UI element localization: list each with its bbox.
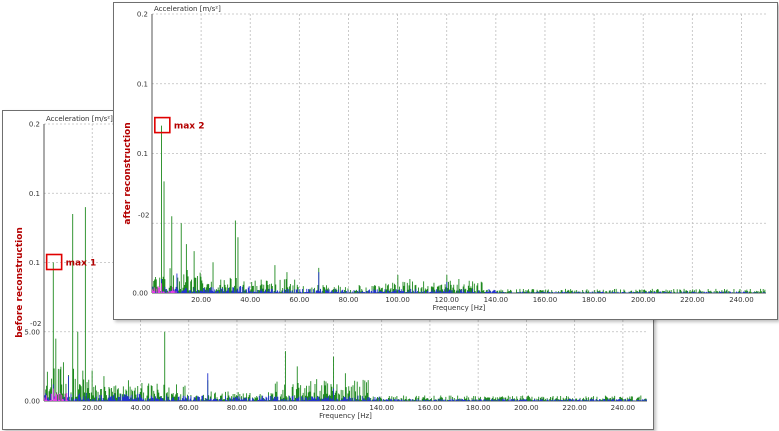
- x-tick-label: 200.00: [514, 404, 539, 412]
- max-marker-box: [45, 253, 63, 271]
- x-axis-label: Frequency [Hz]: [433, 304, 486, 312]
- x-tick-label: 20.00: [82, 404, 102, 412]
- x-tick-label: 100.00: [385, 296, 410, 304]
- y-tick-label: 0.1: [29, 190, 40, 198]
- x-tick-label: 200.00: [631, 296, 656, 304]
- x-axis-label: Frequency [Hz]: [319, 412, 372, 420]
- y-axis-label: Acceleration [m/s²]: [154, 5, 221, 13]
- chart-panel-after: 0.2 0.1 0.1 0.00 -02 20.00 40.00 60.00 80.00 100.…: [113, 2, 778, 320]
- x-tick-label: 60.00: [289, 296, 309, 304]
- y-axis-label: Acceleration [m/s²]: [46, 115, 113, 123]
- y-tick-label: 0.1: [137, 80, 148, 88]
- series-0-spectrum: [152, 125, 766, 293]
- x-tick-label: 40.00: [130, 404, 150, 412]
- x-tick-label: 180.00: [582, 296, 607, 304]
- y-tick-label: 0.00: [132, 290, 148, 298]
- x-tick-label: 80.00: [338, 296, 358, 304]
- x-tick-label: 160.00: [533, 296, 558, 304]
- y-tick-exponent: -02: [30, 320, 41, 328]
- y-tick-label: 0.00: [24, 398, 40, 406]
- y-tick-label: 0.1: [137, 150, 148, 158]
- x-tick-label: 180.00: [466, 404, 491, 412]
- max-marker-box: [154, 116, 171, 134]
- x-tick-label: 240.00: [611, 404, 636, 412]
- x-tick-label: 140.00: [484, 296, 509, 304]
- chart-after-reconstruction: 0.2 0.1 0.1 0.00 -02 20.00 40.00 60.00 80.00 100.…: [123, 5, 766, 312]
- x-tick-label: 80.00: [227, 404, 247, 412]
- x-tick-label: 60.00: [179, 404, 199, 412]
- y-tick-label: 5.00: [24, 328, 40, 336]
- x-tick-label: 220.00: [680, 296, 705, 304]
- x-tick-label: 240.00: [729, 296, 754, 304]
- x-tick-label: 140.00: [369, 404, 394, 412]
- max-marker-label: max 2: [174, 122, 205, 132]
- x-tick-label: 120.00: [434, 296, 459, 304]
- x-tick-label: 120.00: [321, 404, 346, 412]
- y-tick-label: 0.2: [137, 11, 148, 19]
- y-tick-label: 0.1: [29, 259, 40, 267]
- reconstruction-side-label: after reconstruction: [123, 122, 133, 224]
- x-tick-label: 20.00: [191, 296, 211, 304]
- y-tick-exponent: -02: [138, 211, 149, 219]
- x-tick-label: 100.00: [273, 404, 298, 412]
- grid: [152, 13, 766, 293]
- x-tick-label: 40.00: [240, 296, 260, 304]
- x-tick-label: 160.00: [418, 404, 443, 412]
- x-tick-label: 220.00: [562, 404, 587, 412]
- max-marker-label: max 1: [66, 259, 97, 269]
- y-tick-label: 0.2: [29, 121, 40, 129]
- reconstruction-side-label: before reconstruction: [15, 227, 25, 338]
